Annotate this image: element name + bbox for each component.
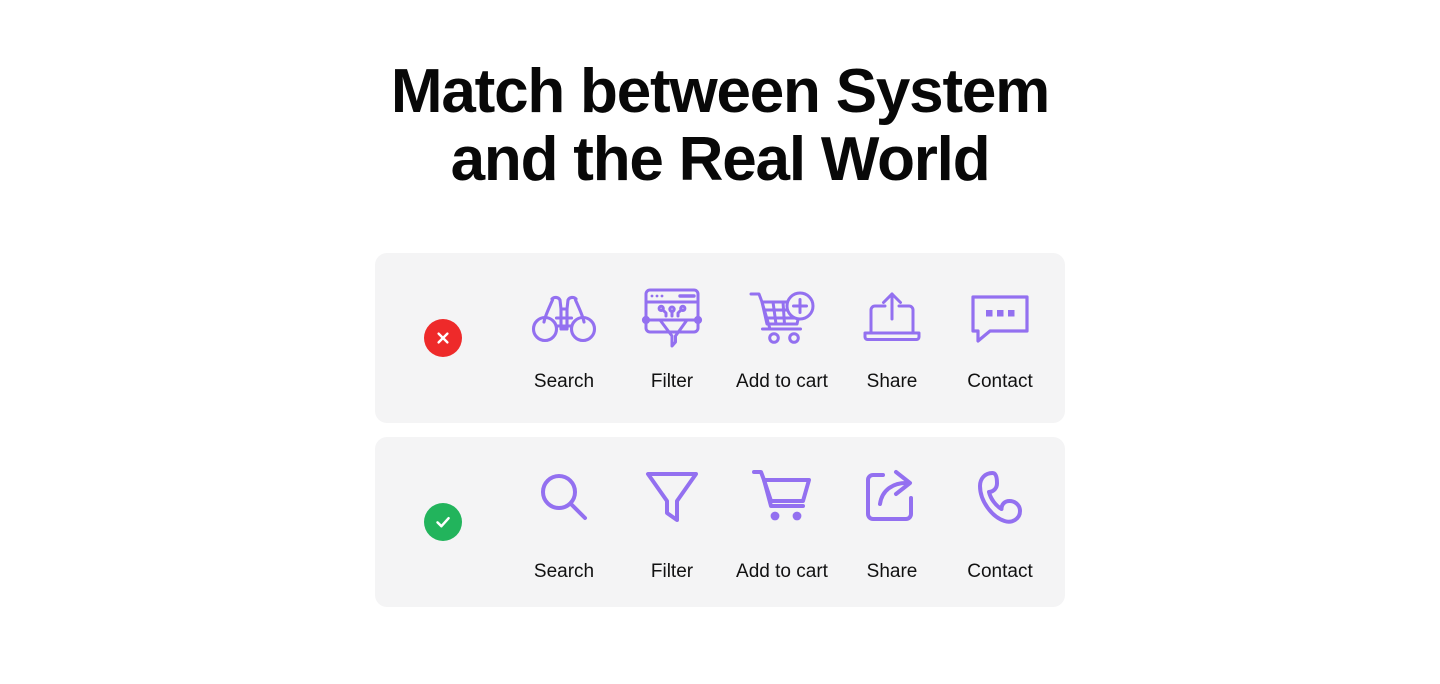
bad-item-add-to-cart-label: Add to cart [736,371,828,392]
good-item-share-label: Share [866,561,918,582]
good-example-card: Search Filter Add to cart Share Contact [375,437,1065,607]
bad-item-share-label: Share [866,371,918,392]
success-badge [423,503,462,541]
examples-container: Search Filter Add to cart Share Contact … [375,253,1065,607]
bad-example-badge-cell [375,319,510,357]
page-root: Match between System and the Real World [0,0,1440,684]
close-icon [436,332,449,344]
page-title: Match between System and the Real World [0,58,1440,194]
bad-item-search-label: Search [533,371,595,392]
bad-example-items: Search Filter Add to cart Share Contact [510,283,1072,393]
browser-circuit-funnel-icon [640,283,704,355]
speech-bubble-dots-icon [968,283,1032,355]
error-badge [423,319,462,357]
good-item-filter-label: Filter [650,561,694,582]
bad-item-add-to-cart[interactable]: Add to cart [726,283,838,393]
check-icon [435,516,450,528]
bad-item-share[interactable]: Share [838,283,946,393]
bad-item-contact-label: Contact [967,371,1033,392]
good-example-items: Search Filter Add to cart Share Contact [510,461,1072,583]
good-item-search[interactable]: Search [510,461,618,583]
good-item-search-label: Search [533,561,595,582]
good-item-contact-label: Contact [967,561,1033,582]
share-box-arrow-icon [863,461,921,533]
bad-item-contact[interactable]: Contact [946,283,1054,393]
good-item-share[interactable]: Share [838,461,946,583]
funnel-icon [644,461,700,533]
phone-handset-icon [974,461,1026,533]
binoculars-icon [530,283,598,355]
magnifier-icon [536,461,592,533]
good-item-filter[interactable]: Filter [618,461,726,583]
good-item-contact[interactable]: Contact [946,461,1054,583]
bad-item-search[interactable]: Search [510,283,618,393]
bad-item-filter[interactable]: Filter [618,283,726,393]
good-example-badge-cell [375,503,510,541]
bad-item-filter-label: Filter [650,371,694,392]
shopping-cart-icon [751,461,813,533]
good-item-add-to-cart-label: Add to cart [736,561,828,582]
bad-example-card: Search Filter Add to cart Share Contact [375,253,1065,423]
page-title-line-1: Match between System [390,57,1050,126]
laptop-upload-icon [861,283,923,355]
cart-plus-grid-icon [748,283,816,355]
page-title-line-2: and the Real World [450,125,991,194]
good-item-add-to-cart[interactable]: Add to cart [726,461,838,583]
